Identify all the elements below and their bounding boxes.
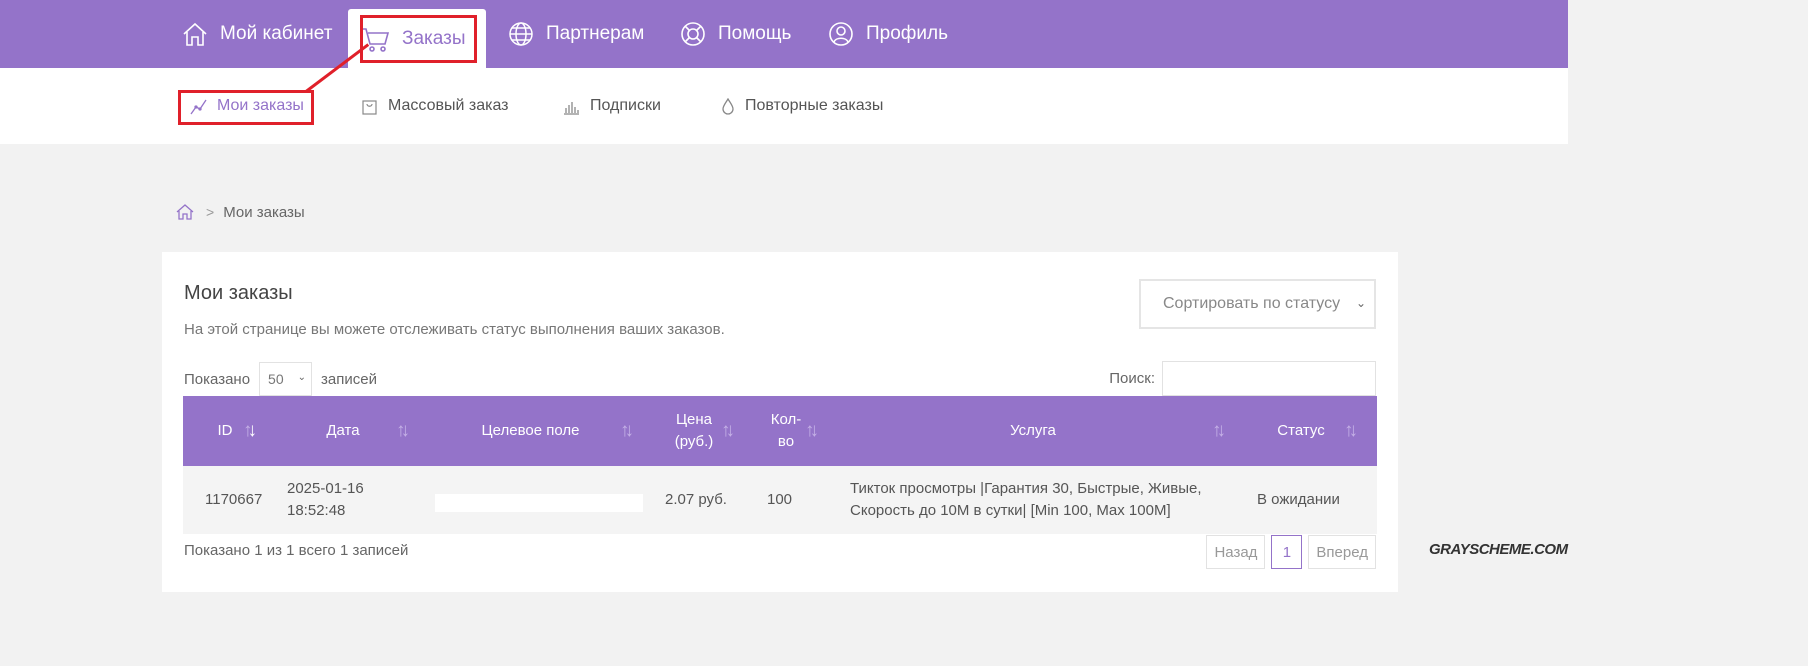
cell-target-redacted [435,494,643,512]
column-header-price[interactable]: Цена (руб.) [669,396,719,466]
column-label: (руб.) [674,433,714,450]
bag-icon [362,99,377,115]
subnav-item-repeat-orders[interactable]: Повторные заказы [721,68,883,144]
breadcrumb-separator: > [206,204,215,220]
highlight-box-orders [360,15,477,63]
cell-date-time: 18:52:48 [287,502,346,519]
bar-chart-icon [564,101,579,115]
cell-status: В ожидании [1257,491,1340,508]
globe-icon [509,22,533,46]
page-button[interactable]: 1 [1271,535,1303,569]
column-label: Кол- [770,411,802,428]
cell-service-line: Скорость до 10М в сутки| [Min 100, Max 1… [850,502,1171,519]
column-label: Дата [326,422,360,439]
nav-item-partners[interactable]: Партнерам [508,0,644,68]
prev-page-button[interactable]: Назад [1206,535,1266,569]
shown-label: Показано [184,370,251,388]
page-length-control: Показано 50 ⌄ записей [184,362,377,396]
home-icon[interactable] [176,203,194,221]
cell-id: 1170667 [205,491,263,508]
sort-icon[interactable]: ↑↓ [805,420,819,442]
page-description: На этой странице вы можете отслеживать с… [184,321,725,338]
column-label: Целевое поле [481,422,580,439]
chevron-down-icon: ⌄ [297,372,307,383]
top-navigation: Мой кабинет Заказы Партнерам Помощь Проф… [0,0,1568,68]
table-info: Показано 1 из 1 всего 1 записей [184,542,409,559]
sort-icon[interactable]: ↑↓ [243,420,257,442]
cell-price: 2.07 руб. [665,491,727,508]
drop-icon [722,97,734,115]
column-header-id[interactable]: ID [203,396,247,466]
cell-service: Тикток просмотры |Гарантия 30, Быстрые, … [850,466,1202,534]
nav-item-label: Мой кабинет [220,23,333,44]
subnav-item-label: Повторные заказы [745,97,884,114]
subnav-item-label: Массовый заказ [388,97,509,114]
records-label: записей [321,370,377,388]
table-header: ID ↑↓ Дата ↑↓ Целевое поле ↑↓ Цена (руб.… [183,396,1377,466]
sort-icon[interactable]: ↑↓ [1344,420,1358,442]
breadcrumb: > Мои заказы [176,203,305,221]
pagination: Назад 1 Вперед [1200,535,1376,569]
search-label: Поиск: [1109,370,1155,387]
subnav-item-mass-order[interactable]: Массовый заказ [361,68,509,144]
column-header-status[interactable]: Статус [1271,396,1331,466]
cell-service-line: Тикток просмотры |Гарантия 30, Быстрые, … [850,480,1202,497]
column-label: ID [217,422,233,439]
cell-qty: 100 [767,491,793,508]
nav-item-cabinet[interactable]: Мой кабинет [182,0,332,68]
column-label: во [777,433,795,450]
column-label: Статус [1277,422,1325,439]
orders-card: Мои заказы На этой странице вы можете от… [162,252,1398,592]
cell-date-day: 2025-01-16 [287,480,364,497]
nav-item-label: Партнерам [546,23,645,44]
column-label: Цена [675,411,713,428]
column-header-qty[interactable]: Кол- во [766,396,806,466]
sort-icon[interactable]: ↑↓ [721,420,735,442]
nav-item-help[interactable]: Помощь [680,0,791,68]
column-header-date[interactable]: Дата [303,396,383,466]
highlight-box-my-orders [178,90,314,125]
watermark: GRAYSCHEME.COM [1429,541,1568,558]
search-input[interactable] [1162,361,1376,396]
nav-item-label: Профиль [866,23,949,44]
lifebuoy-icon [681,22,705,46]
column-label: Услуга [1010,422,1056,439]
sort-icon[interactable]: ↑↓ [396,420,410,442]
subnav-item-label: Подписки [590,97,661,114]
subnav-item-subscriptions[interactable]: Подписки [563,68,661,144]
page-title: Мои заказы [184,282,293,304]
page-length-value: 50 [268,371,284,387]
status-filter-select[interactable]: Сортировать по статусу ⌄ [1139,279,1376,329]
chevron-down-icon: ⌄ [1355,296,1366,310]
table-row[interactable]: 1170667 2025-01-16 18:52:48 2.07 руб. 10… [183,466,1377,534]
breadcrumb-current: Мои заказы [223,203,305,221]
column-header-target[interactable]: Целевое поле [463,396,598,466]
sort-icon[interactable]: ↑↓ [1212,420,1226,442]
user-icon [829,22,853,46]
home-icon [183,22,207,46]
cell-date: 2025-01-16 18:52:48 [287,466,364,534]
nav-item-profile[interactable]: Профиль [828,0,948,68]
nav-item-label: Помощь [718,23,792,44]
status-filter-value: Сортировать по статусу [1163,295,1341,312]
next-page-button[interactable]: Вперед [1308,535,1376,569]
column-header-service[interactable]: Услуга [983,396,1083,466]
sort-icon[interactable]: ↑↓ [620,420,634,442]
search-control: Поиск: [1109,361,1376,396]
page-length-select[interactable]: 50 ⌄ [259,362,313,396]
